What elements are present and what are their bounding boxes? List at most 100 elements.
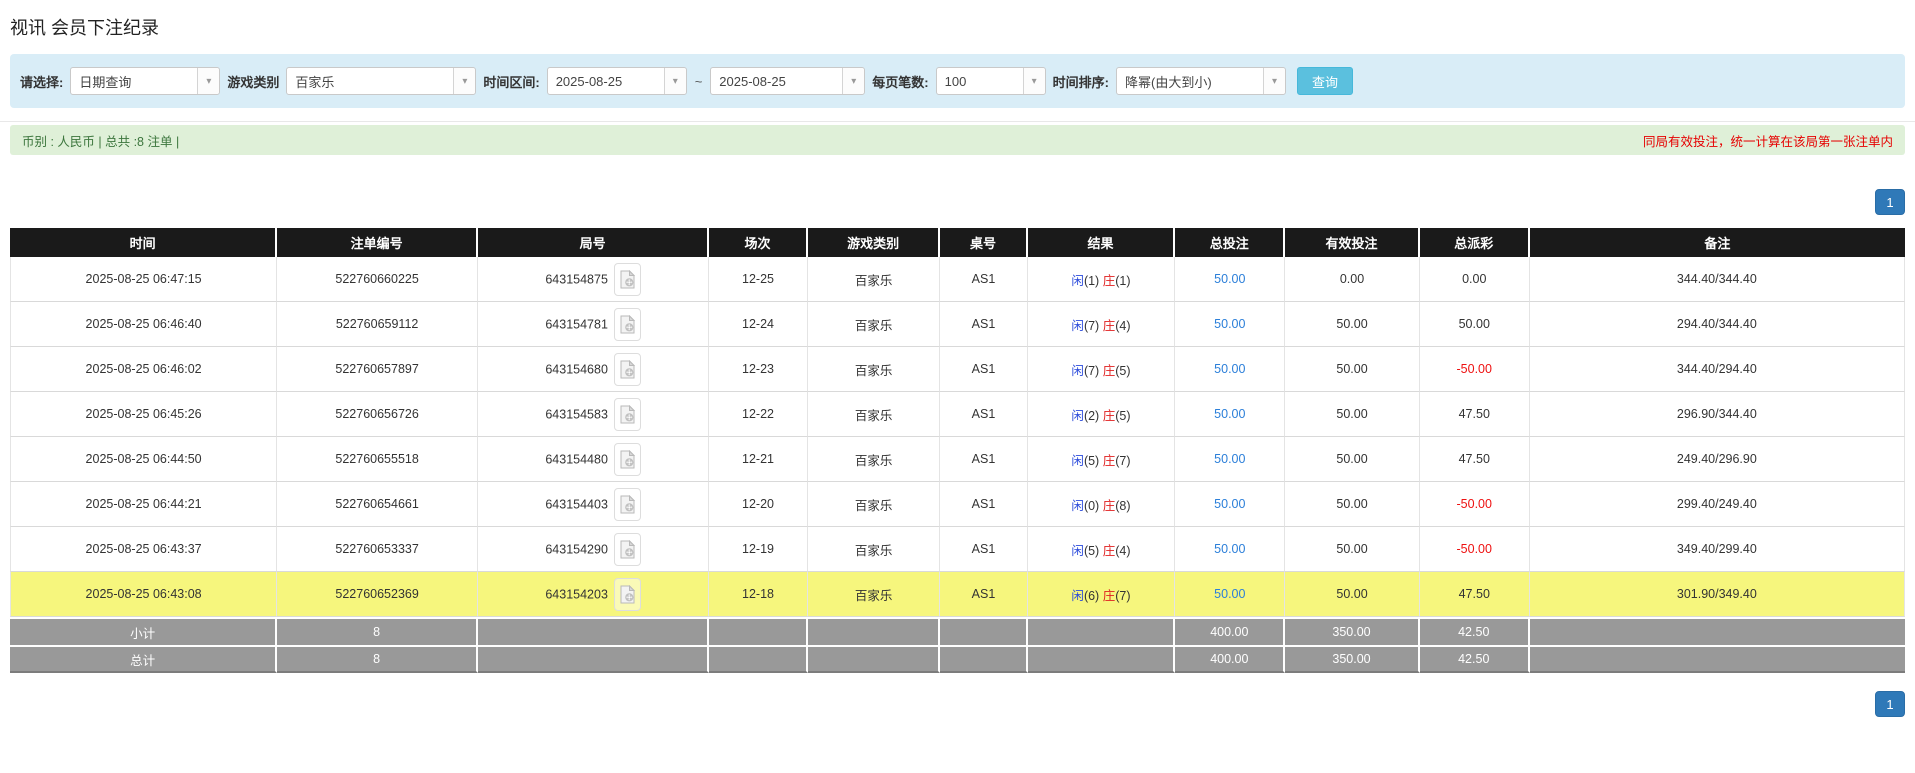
footer-round — [478, 645, 709, 673]
cell-payout: -50.00 — [1420, 347, 1530, 392]
cell-session: 12-24 — [709, 302, 808, 347]
cell-total-bet: 50.00 — [1175, 257, 1285, 302]
cell-round-number: 643154680 — [478, 347, 709, 392]
cell-time: 2025-08-25 06:43:37 — [10, 527, 277, 572]
cell-table-number: AS1 — [940, 257, 1027, 302]
total-bet-link[interactable]: 50.00 — [1214, 407, 1245, 421]
cell-result: 闲(2) 庄(5) — [1028, 392, 1176, 437]
total-bet-link[interactable]: 50.00 — [1214, 362, 1245, 376]
footer-label: 小计 — [10, 617, 277, 645]
cell-table-number: AS1 — [940, 302, 1027, 347]
cell-result: 闲(7) 庄(4) — [1028, 302, 1176, 347]
cell-payout: 47.50 — [1420, 572, 1530, 617]
cell-round-number: 643154403 — [478, 482, 709, 527]
page-1-button[interactable]: 1 — [1875, 189, 1905, 215]
cell-result: 闲(5) 庄(4) — [1028, 527, 1176, 572]
cell-remark: 344.40/294.40 — [1530, 347, 1905, 392]
pagination-bottom: 1 — [10, 691, 1905, 739]
date-range-separator: ~ — [695, 74, 703, 89]
cell-game-type: 百家乐 — [808, 392, 941, 437]
cell-session: 12-22 — [709, 392, 808, 437]
cell-payout: -50.00 — [1420, 527, 1530, 572]
footer-session — [709, 617, 808, 645]
summary-notice: 同局有效投注，统一计算在该局第一张注单内 — [1643, 131, 1893, 150]
col-header-9: 有效投注 — [1285, 228, 1420, 257]
col-header-11: 备注 — [1530, 228, 1905, 257]
footer-count: 8 — [277, 645, 478, 673]
game-type-select[interactable]: 百家乐 ▾ — [286, 67, 476, 95]
round-number-text: 643154290 — [545, 542, 608, 556]
result-player-value: (6) — [1084, 589, 1099, 603]
video-replay-button[interactable] — [614, 578, 641, 611]
filter-bar: 请选择: 日期查询 ▾ 游戏类别 百家乐 ▾ 时间区间: 2025-08-25 … — [10, 54, 1905, 108]
video-file-icon — [620, 540, 635, 559]
video-replay-button[interactable] — [614, 443, 641, 476]
result-player-value: (7) — [1084, 319, 1099, 333]
cell-table-number: AS1 — [940, 347, 1027, 392]
cell-remark: 344.40/344.40 — [1530, 257, 1905, 302]
cell-game-type: 百家乐 — [808, 437, 941, 482]
table-header-row: 时间注单编号局号场次游戏类别桌号结果总投注有效投注总派彩备注 — [10, 228, 1905, 257]
total-bet-link[interactable]: 50.00 — [1214, 272, 1245, 286]
filter-label-date-range: 时间区间: — [483, 72, 539, 91]
footer-game — [808, 645, 941, 673]
result-banker-label: 庄 — [1103, 499, 1116, 513]
col-header-6: 桌号 — [940, 228, 1027, 257]
total-bet-link[interactable]: 50.00 — [1214, 542, 1245, 556]
cell-valid-bet: 50.00 — [1285, 482, 1420, 527]
result-banker-label: 庄 — [1103, 589, 1116, 603]
cell-bet-number: 522760655518 — [277, 437, 478, 482]
total-bet-link[interactable]: 50.00 — [1214, 317, 1245, 331]
date-to-select[interactable]: 2025-08-25 ▾ — [710, 67, 865, 95]
cell-remark: 301.90/349.40 — [1530, 572, 1905, 617]
table-row: 2025-08-25 06:47:15522760660225643154875… — [10, 257, 1905, 302]
cell-time: 2025-08-25 06:43:08 — [10, 572, 277, 617]
total-bet-link[interactable]: 50.00 — [1214, 497, 1245, 511]
round-number-text: 643154875 — [545, 272, 608, 286]
cell-result: 闲(1) 庄(1) — [1028, 257, 1176, 302]
result-banker-value: (5) — [1115, 409, 1130, 423]
query-type-value: 日期查询 — [71, 68, 197, 94]
page-title: 视讯 会员下注纪录 — [10, 14, 1905, 40]
cell-table-number: AS1 — [940, 437, 1027, 482]
cell-total-bet: 50.00 — [1175, 527, 1285, 572]
footer-payout: 42.50 — [1420, 617, 1530, 645]
cell-bet-number: 522760657897 — [277, 347, 478, 392]
col-header-3: 局号 — [478, 228, 709, 257]
time-sort-select[interactable]: 降幂(由大到小) ▾ — [1116, 67, 1286, 95]
game-type-value: 百家乐 — [287, 68, 453, 94]
cell-total-bet: 50.00 — [1175, 302, 1285, 347]
cell-total-bet: 50.00 — [1175, 347, 1285, 392]
video-replay-button[interactable] — [614, 263, 641, 296]
col-header-1: 时间 — [10, 228, 277, 257]
cell-total-bet: 50.00 — [1175, 572, 1285, 617]
video-replay-button[interactable] — [614, 308, 641, 341]
cell-remark: 296.90/344.40 — [1530, 392, 1905, 437]
col-header-5: 游戏类别 — [808, 228, 941, 257]
search-button[interactable]: 查询 — [1297, 67, 1353, 95]
bet-records-table: 时间注单编号局号场次游戏类别桌号结果总投注有效投注总派彩备注 2025-08-2… — [10, 228, 1905, 673]
time-sort-value: 降幂(由大到小) — [1117, 68, 1263, 94]
table-row: 2025-08-25 06:45:26522760656726643154583… — [10, 392, 1905, 437]
total-bet-link[interactable]: 50.00 — [1214, 452, 1245, 466]
result-player-value: (0) — [1084, 499, 1099, 513]
date-to-value: 2025-08-25 — [711, 68, 842, 94]
result-banker-value: (7) — [1115, 589, 1130, 603]
cell-game-type: 百家乐 — [808, 347, 941, 392]
page-size-select[interactable]: 100 ▾ — [936, 67, 1046, 95]
video-replay-button[interactable] — [614, 353, 641, 386]
footer-result — [1028, 617, 1176, 645]
table-row: 2025-08-25 06:43:08522760652369643154203… — [10, 572, 1905, 617]
cell-table-number: AS1 — [940, 527, 1027, 572]
video-replay-button[interactable] — [614, 488, 641, 521]
total-bet-link[interactable]: 50.00 — [1214, 587, 1245, 601]
query-type-select[interactable]: 日期查询 ▾ — [70, 67, 220, 95]
video-replay-button[interactable] — [614, 533, 641, 566]
date-from-select[interactable]: 2025-08-25 ▾ — [547, 67, 687, 95]
video-file-icon — [620, 495, 635, 514]
cell-valid-bet: 50.00 — [1285, 572, 1420, 617]
page-1-button[interactable]: 1 — [1875, 691, 1905, 717]
video-file-icon — [620, 315, 635, 334]
table-row: 2025-08-25 06:46:40522760659112643154781… — [10, 302, 1905, 347]
video-replay-button[interactable] — [614, 398, 641, 431]
